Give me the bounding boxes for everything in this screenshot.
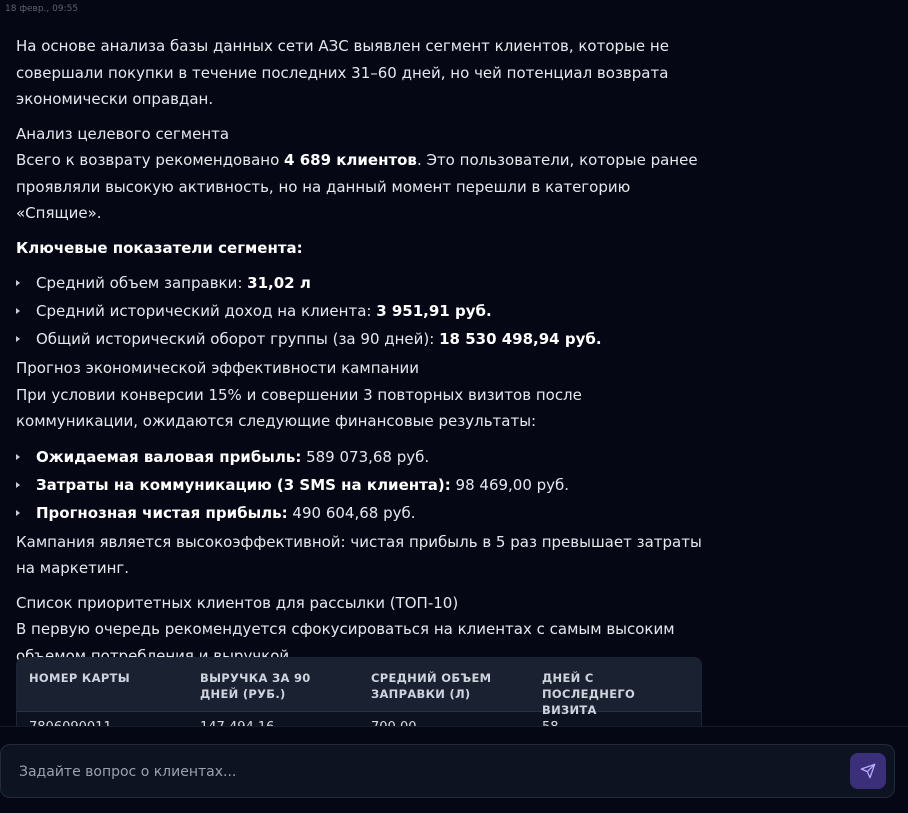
bullet-icon (16, 509, 20, 516)
intro-paragraph: На основе анализа базы данных сети АЗС в… (16, 37, 669, 108)
question-input[interactable] (17, 745, 841, 799)
forecast-heading: Прогноз экономической эффективности камп… (16, 359, 420, 377)
message-timestamp: 18 февр., 09:55 (5, 4, 79, 14)
send-icon (860, 763, 876, 779)
bullet-icon (16, 280, 20, 286)
list-item: Ожидаемая валовая прибыль: 589 073,68 ру… (16, 443, 706, 471)
list-item: Прогнозная чистая прибыль: 490 604,68 ру… (16, 499, 706, 527)
column-header-avg-volume: СРЕДНИЙ ОБЪЕМ ЗАПРАВКИ (Л) (371, 671, 492, 701)
list-item: Средний объем заправки: 31,02 л (16, 269, 706, 297)
list-item: Затраты на коммуникацию (3 SMS на клиент… (16, 471, 706, 499)
key-metrics-list: Средний объем заправки: 31,02 л Средний … (16, 269, 706, 353)
forecast-paragraph: При условии конверсии 15% и совершении 3… (16, 385, 582, 431)
column-header-days-since-visit: ДНЕЙ С ПОСЛЕДНЕГО ВИЗИТА (542, 671, 636, 717)
list-item: Средний исторический доход на клиента: 3… (16, 297, 706, 325)
bullet-icon (16, 308, 20, 314)
bullet-icon (16, 481, 20, 488)
send-button[interactable] (850, 753, 886, 789)
composer-box (0, 744, 895, 799)
list-heading: Список приоритетных клиентов для рассылк… (16, 593, 459, 612)
conclusion-paragraph: Кампания является высокоэффективной: чис… (16, 532, 702, 578)
key-metrics-heading: Ключевые показатели сегмента: (16, 238, 303, 257)
forecast-list: Ожидаемая валовая прибыль: 589 073,68 ру… (16, 443, 706, 527)
column-header-revenue: ВЫРУЧКА ЗА 90 ДНЕЙ (РУБ.) (200, 671, 311, 701)
column-header-card-number: НОМЕР КАРТЫ (29, 671, 130, 685)
bullet-icon (16, 336, 20, 342)
segment-count: 4 689 клиентов (284, 151, 417, 169)
segment-heading: Анализ целевого сегмента (16, 124, 230, 143)
segment-text-before: Всего к возврату рекомендовано (16, 151, 285, 169)
table-header: НОМЕР КАРТЫ ВЫРУЧКА ЗА 90 ДНЕЙ (РУБ.) СР… (17, 658, 701, 717)
composer-area (0, 726, 908, 813)
bullet-icon (16, 453, 20, 460)
segment-paragraph: Всего к возврату рекомендовано 4 689 кли… (16, 147, 706, 227)
assistant-message: На основе анализа базы данных сети АЗС в… (16, 33, 706, 677)
list-item: Общий исторический оборот группы (за 90 … (16, 325, 706, 353)
